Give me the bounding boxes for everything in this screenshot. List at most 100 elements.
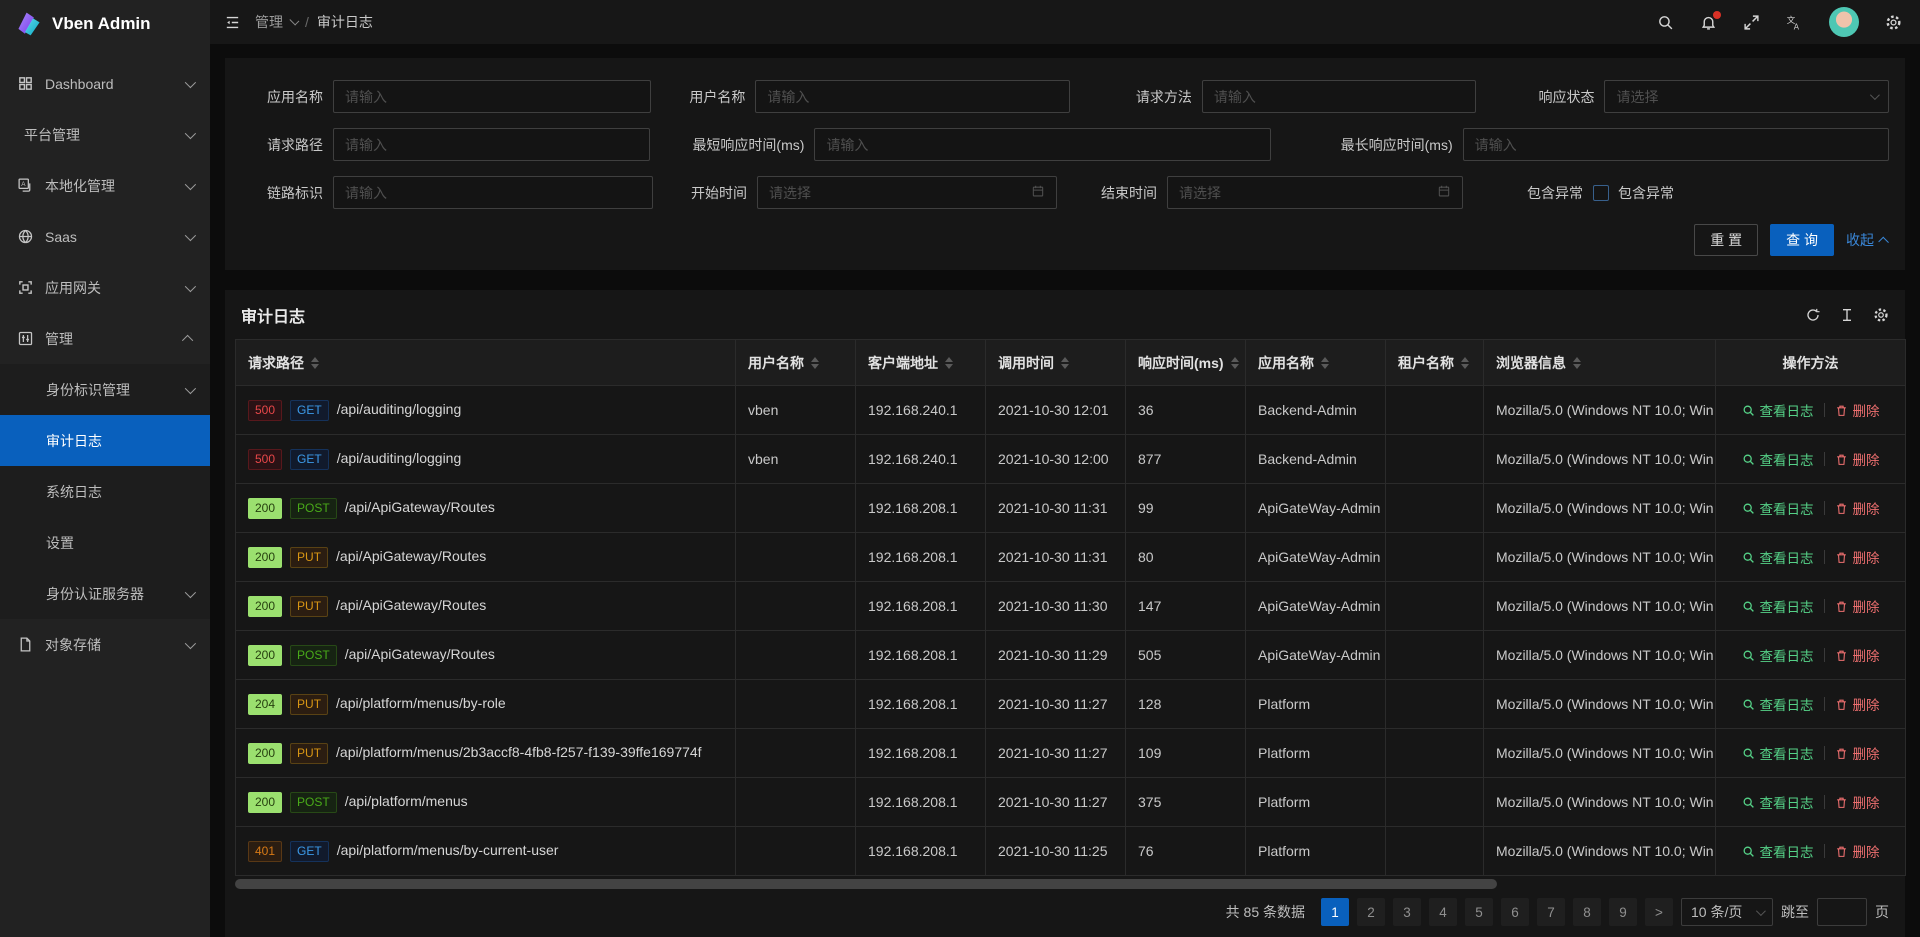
avatar[interactable] [1829, 7, 1859, 37]
delete-button[interactable]: 删除 [1835, 792, 1880, 812]
sort-icon[interactable] [1461, 357, 1469, 369]
status-badge: 200 [248, 645, 282, 666]
sidebar-item-localization-management[interactable]: A本地化管理 [0, 160, 210, 211]
min-response-time-input[interactable] [814, 128, 1270, 161]
jump-to-input[interactable] [1817, 898, 1867, 926]
magnifier-icon [1742, 698, 1755, 711]
sidebar: Vben Admin Dashboard平台管理A本地化管理Saas应用网关管理… [0, 0, 210, 937]
page-button-3[interactable]: 3 [1393, 898, 1421, 926]
fullscreen-icon[interactable] [1743, 14, 1760, 31]
sidebar-item-management[interactable]: 管理 [0, 313, 210, 364]
table-row: 500GET/api/auditing/loggingvben192.168.2… [236, 386, 1906, 435]
request-path-input[interactable] [333, 128, 650, 161]
max-response-time-input[interactable] [1463, 128, 1889, 161]
refresh-icon[interactable] [1805, 307, 1821, 323]
sidebar-item-identity-management[interactable]: 身份标识管理 [0, 364, 210, 415]
sort-icon[interactable] [1061, 357, 1069, 369]
settings-gear-icon[interactable] [1885, 14, 1902, 31]
column-header-user-name[interactable]: 用户名称 [736, 340, 856, 386]
view-log-button[interactable]: 查看日志 [1742, 449, 1814, 469]
next-page-button[interactable]: > [1645, 898, 1673, 926]
page-button-2[interactable]: 2 [1357, 898, 1385, 926]
chevron-down-icon [185, 637, 196, 648]
column-header-actions[interactable]: 操作方法 [1716, 340, 1906, 386]
delete-button[interactable]: 删除 [1835, 596, 1880, 616]
column-label: 请求路径 [248, 353, 304, 373]
view-log-button[interactable]: 查看日志 [1742, 498, 1814, 518]
column-settings-gear-icon[interactable] [1873, 307, 1889, 323]
view-log-button[interactable]: 查看日志 [1742, 596, 1814, 616]
sidebar-item-identity-server[interactable]: 身份认证服务器 [0, 568, 210, 619]
breadcrumb-item-management[interactable]: 管理 [255, 12, 297, 32]
request-path-text: /api/auditing/logging [337, 401, 462, 417]
sort-icon[interactable] [945, 357, 953, 369]
table-row: 200PUT/api/ApiGateway/Routes192.168.208.… [236, 533, 1906, 582]
sort-icon[interactable] [1321, 357, 1329, 369]
delete-button[interactable]: 删除 [1835, 547, 1880, 567]
delete-button[interactable]: 删除 [1835, 694, 1880, 714]
page-button-9[interactable]: 9 [1609, 898, 1637, 926]
trace-id-input[interactable] [333, 176, 653, 209]
sidebar-item-system-log[interactable]: 系统日志 [0, 466, 210, 517]
end-time-datepicker[interactable]: 请选择 [1167, 176, 1463, 209]
search-icon[interactable] [1657, 14, 1674, 31]
cell-call-time: 2021-10-30 11:29 [986, 631, 1126, 680]
page-button-1[interactable]: 1 [1321, 898, 1349, 926]
view-log-button[interactable]: 查看日志 [1742, 645, 1814, 665]
view-log-button[interactable]: 查看日志 [1742, 841, 1814, 861]
collapse-form-link[interactable]: 收起 [1846, 230, 1889, 250]
page-button-6[interactable]: 6 [1501, 898, 1529, 926]
logo[interactable]: Vben Admin [0, 0, 210, 48]
sort-icon[interactable] [1573, 357, 1581, 369]
notification-bell-icon[interactable] [1700, 14, 1717, 31]
scrollbar-thumb[interactable] [235, 879, 1497, 889]
view-log-button[interactable]: 查看日志 [1742, 694, 1814, 714]
request-path-text: /api/platform/menus/by-role [336, 695, 506, 711]
column-header-request-path[interactable]: 请求路径 [236, 340, 736, 386]
page-button-5[interactable]: 5 [1465, 898, 1493, 926]
sidebar-item-audit-log[interactable]: 审计日志 [0, 415, 210, 466]
sidebar-item-platform-management[interactable]: 平台管理 [0, 109, 210, 160]
delete-button[interactable]: 删除 [1835, 645, 1880, 665]
user-name-input[interactable] [755, 80, 1069, 113]
sidebar-item-app-gateway[interactable]: 应用网关 [0, 262, 210, 313]
row-height-icon[interactable] [1839, 307, 1855, 323]
delete-button[interactable]: 删除 [1835, 498, 1880, 518]
sort-icon[interactable] [1231, 357, 1239, 369]
page-button-7[interactable]: 7 [1537, 898, 1565, 926]
sidebar-item-settings[interactable]: 设置 [0, 517, 210, 568]
delete-button[interactable]: 删除 [1835, 449, 1880, 469]
view-log-button[interactable]: 查看日志 [1742, 400, 1814, 420]
start-time-datepicker[interactable]: 请选择 [757, 176, 1057, 209]
include-exception-checkbox[interactable] [1593, 185, 1609, 201]
delete-button[interactable]: 删除 [1835, 841, 1880, 861]
sidebar-item-saas[interactable]: Saas [0, 211, 210, 262]
magnifier-icon [1742, 796, 1755, 809]
view-log-button[interactable]: 查看日志 [1742, 792, 1814, 812]
view-log-button[interactable]: 查看日志 [1742, 547, 1814, 567]
sidebar-collapse-icon[interactable] [224, 14, 241, 31]
page-button-4[interactable]: 4 [1429, 898, 1457, 926]
chevron-down-icon [289, 16, 299, 26]
sort-icon[interactable] [311, 357, 319, 369]
column-header-app-name[interactable]: 应用名称 [1246, 340, 1386, 386]
column-header-browser-info[interactable]: 浏览器信息 [1484, 340, 1716, 386]
sort-icon[interactable] [811, 357, 819, 369]
reset-button[interactable]: 重 置 [1694, 224, 1758, 256]
request-method-input[interactable] [1202, 80, 1477, 113]
search-button[interactable]: 查 询 [1770, 224, 1834, 256]
translate-icon[interactable]: 文A [1786, 14, 1803, 31]
page-size-select[interactable]: 10 条/页 [1681, 898, 1773, 926]
column-header-client-address[interactable]: 客户端地址 [856, 340, 986, 386]
sidebar-item-dashboard[interactable]: Dashboard [0, 58, 210, 109]
sidebar-item-object-storage[interactable]: 对象存储 [0, 619, 210, 670]
view-log-button[interactable]: 查看日志 [1742, 743, 1814, 763]
column-header-tenant-name[interactable]: 租户名称 [1386, 340, 1484, 386]
delete-button[interactable]: 删除 [1835, 743, 1880, 763]
column-header-call-time[interactable]: 调用时间 [986, 340, 1126, 386]
delete-button[interactable]: 删除 [1835, 400, 1880, 420]
response-status-select[interactable]: 请选择 [1604, 80, 1889, 113]
page-button-8[interactable]: 8 [1573, 898, 1601, 926]
app-name-input[interactable] [333, 80, 651, 113]
column-header-response-time[interactable]: 响应时间(ms) [1126, 340, 1246, 386]
